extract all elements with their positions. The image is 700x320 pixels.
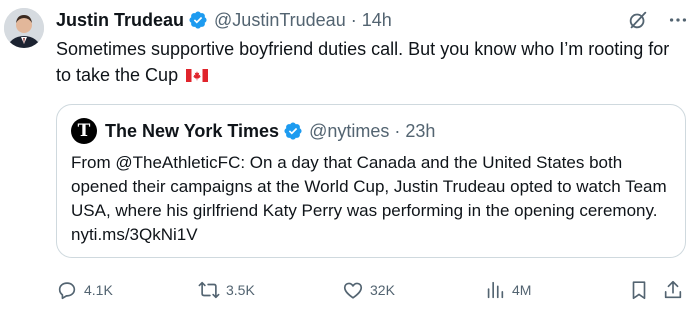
tweet-text: Sometimes supportive boyfriend duties ca… — [56, 36, 688, 88]
verified-badge-icon — [189, 11, 207, 29]
quoted-timestamp[interactable]: 23h — [405, 121, 435, 142]
quoted-author-name[interactable]: The New York Times — [105, 121, 279, 142]
author-name[interactable]: Justin Trudeau — [56, 10, 184, 31]
tweet-top-actions — [626, 8, 690, 32]
quoted-tweet-header: T The New York Times @nytimes · 23h — [71, 117, 435, 145]
quoted-author-handle[interactable]: @nytimes — [309, 121, 389, 142]
verified-badge-icon — [284, 122, 302, 140]
tweet-text-content: Sometimes supportive boyfriend duties ca… — [56, 39, 670, 85]
timestamp[interactable]: 14h — [362, 10, 392, 31]
bookmark-button[interactable] — [628, 276, 650, 304]
tweet-header: Justin Trudeau @JustinTrudeau · 14h — [56, 8, 392, 32]
share-icon — [664, 280, 682, 299]
nyt-logo-icon: T — [71, 118, 97, 144]
reply-icon — [58, 282, 76, 300]
quoted-tweet[interactable]: T The New York Times @nytimes · 23h From… — [56, 104, 686, 258]
separator-dot: · — [350, 9, 357, 30]
author-handle[interactable]: @JustinTrudeau — [214, 10, 346, 31]
separator-dot: · — [394, 120, 401, 141]
repost-button[interactable]: 3.5K — [198, 276, 255, 304]
like-button[interactable]: 32K — [342, 276, 395, 304]
repost-icon — [198, 281, 220, 299]
slash-circle-icon[interactable] — [626, 8, 650, 32]
views-count: 4M — [512, 282, 532, 298]
bookmark-icon — [632, 281, 646, 300]
avatar[interactable] — [4, 8, 44, 48]
avatar-image — [4, 8, 44, 48]
tweet-actions-bar: 4.1K 3.5K 32K 4M — [56, 276, 692, 304]
like-count: 32K — [370, 282, 395, 298]
more-dots-icon[interactable] — [666, 8, 690, 32]
heart-icon — [343, 282, 363, 299]
reply-button[interactable]: 4.1K — [56, 276, 113, 304]
views-button[interactable]: 4M — [484, 276, 531, 304]
views-icon — [487, 281, 504, 299]
repost-count: 3.5K — [226, 282, 255, 298]
reply-count: 4.1K — [84, 282, 113, 298]
quoted-tweet-text: From @TheAthleticFC: On a day that Canad… — [71, 153, 667, 244]
canadian-flag-icon — [186, 69, 209, 82]
tweet[interactable]: Justin Trudeau @JustinTrudeau · 14h Some… — [0, 0, 700, 320]
share-button[interactable] — [662, 276, 684, 304]
